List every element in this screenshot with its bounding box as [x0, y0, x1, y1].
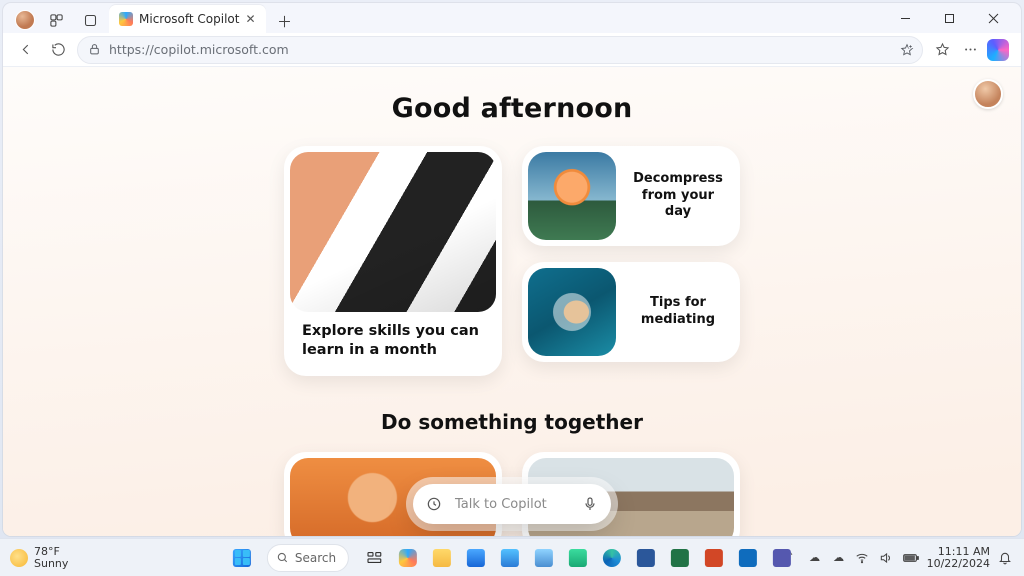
copilot-taskbar-icon[interactable] — [393, 543, 423, 573]
maximize-button[interactable] — [927, 3, 971, 33]
tab-title: Microsoft Copilot — [139, 12, 239, 26]
card-label: Decompress from your day — [628, 171, 734, 222]
start-button[interactable] — [227, 543, 257, 573]
sun-icon — [10, 549, 28, 567]
url-text: https://copilot.microsoft.com — [109, 42, 892, 57]
page-content: Good afternoon Explore skills you can le… — [142, 67, 882, 536]
weather-widget[interactable]: 78°F Sunny — [0, 546, 68, 569]
address-bar[interactable]: https://copilot.microsoft.com — [77, 36, 923, 64]
prompt-bar[interactable]: Talk to Copilot — [413, 484, 611, 524]
system-tray: ˄ ☁ ☁ 11:11 AM 10/22/2024 — [783, 546, 1024, 569]
workspaces-icon[interactable] — [43, 7, 69, 33]
close-button[interactable] — [971, 3, 1015, 33]
minimize-button[interactable] — [883, 3, 927, 33]
prompt-placeholder: Talk to Copilot — [455, 497, 569, 512]
search-icon — [276, 551, 289, 564]
profile-avatar-icon[interactable] — [15, 10, 35, 30]
navbar-right — [929, 37, 1011, 63]
task-view-icon[interactable] — [359, 543, 389, 573]
page-viewport: Good afternoon Explore skills you can le… — [3, 67, 1021, 536]
favorite-add-icon[interactable] — [900, 43, 914, 57]
photos-icon[interactable] — [495, 543, 525, 573]
more-menu-icon[interactable] — [957, 37, 983, 63]
battery-icon[interactable] — [903, 552, 919, 564]
suggestion-cards-row: Explore skills you can learn in a month … — [142, 146, 882, 376]
tabs: Microsoft Copilot ✕ ＋ — [109, 5, 298, 33]
settings-icon[interactable] — [529, 543, 559, 573]
piano-keys-image — [290, 152, 496, 312]
excel-icon[interactable] — [665, 543, 695, 573]
greeting-heading: Good afternoon — [142, 93, 882, 124]
desktop: Microsoft Copilot ✕ ＋ https://copilot.mi… — [0, 0, 1024, 576]
new-tab-button[interactable]: ＋ — [272, 9, 298, 33]
browser-window: Microsoft Copilot ✕ ＋ https://copilot.mi… — [3, 3, 1021, 536]
onedrive-icon[interactable]: ☁ — [807, 551, 823, 564]
clock[interactable]: 11:11 AM 10/22/2024 — [927, 546, 990, 569]
card-label: Tips for mediating — [628, 295, 734, 329]
user-avatar[interactable] — [973, 79, 1003, 109]
word-icon[interactable] — [631, 543, 661, 573]
edge-icon[interactable] — [597, 543, 627, 573]
copilot-favicon-icon — [119, 12, 133, 26]
clock-date: 10/22/2024 — [927, 558, 990, 570]
weather-cond: Sunny — [34, 558, 68, 570]
search-placeholder: Search — [295, 551, 336, 565]
store-icon[interactable] — [461, 543, 491, 573]
card-explore-skills[interactable]: Explore skills you can learn in a month — [284, 146, 502, 376]
copilot-sidebar-icon[interactable] — [985, 37, 1011, 63]
tab-close-icon[interactable]: ✕ — [245, 12, 255, 26]
popsicle-image — [528, 152, 616, 240]
taskbar-search[interactable]: Search — [267, 544, 349, 572]
favorites-icon[interactable] — [929, 37, 955, 63]
app-icon-a[interactable] — [563, 543, 593, 573]
notifications-icon[interactable] — [998, 551, 1014, 565]
titlebar-left — [9, 7, 103, 33]
explorer-icon[interactable] — [427, 543, 457, 573]
history-icon[interactable] — [423, 493, 445, 515]
back-button[interactable] — [13, 37, 39, 63]
clock-time: 11:11 AM — [927, 546, 990, 558]
taskbar: 78°F Sunny Search — [0, 538, 1024, 576]
refresh-button[interactable] — [45, 37, 71, 63]
tab-actions-icon[interactable] — [77, 7, 103, 33]
teams-icon[interactable] — [767, 543, 797, 573]
card-label: Explore skills you can learn in a month — [290, 312, 496, 360]
weather-temp: 78°F — [34, 546, 68, 558]
card-mediating[interactable]: Tips for mediating — [522, 262, 740, 362]
hand-water-image — [528, 268, 616, 356]
wifi-icon[interactable] — [855, 551, 871, 565]
card-decompress[interactable]: Decompress from your day — [522, 146, 740, 246]
section-heading: Do something together — [142, 410, 882, 434]
tab-copilot[interactable]: Microsoft Copilot ✕ — [109, 5, 266, 33]
outlook-icon[interactable] — [733, 543, 763, 573]
volume-icon[interactable] — [879, 551, 895, 565]
mic-icon[interactable] — [579, 493, 601, 515]
site-info-icon[interactable] — [88, 43, 101, 56]
taskbar-center: Search — [227, 543, 797, 573]
window-controls — [883, 3, 1015, 33]
navbar: https://copilot.microsoft.com — [3, 33, 1021, 67]
powerpoint-icon[interactable] — [699, 543, 729, 573]
onedrive-alt-icon[interactable]: ☁ — [831, 551, 847, 564]
titlebar: Microsoft Copilot ✕ ＋ — [3, 3, 1021, 33]
